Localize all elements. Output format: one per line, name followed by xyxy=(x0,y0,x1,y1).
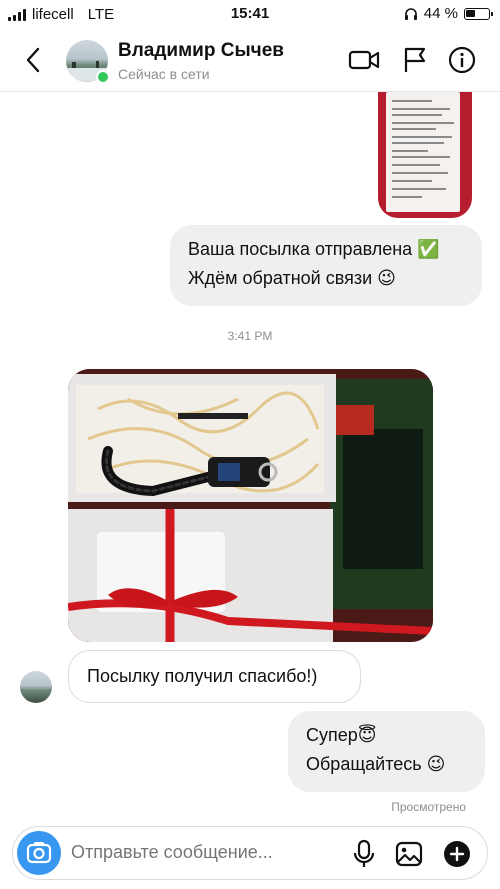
contact-status: Сейчас в сети xyxy=(118,66,210,82)
seen-indicator: Просмотрено xyxy=(391,800,466,814)
message-text-line: Супер😇 xyxy=(306,725,377,745)
avatar[interactable] xyxy=(20,671,52,703)
photo-message-receipt[interactable] xyxy=(378,92,472,218)
battery-icon xyxy=(464,7,493,20)
contact-name[interactable]: Владимир Сычев xyxy=(118,40,284,62)
message-text-line: Ждём обратной связи 😉 xyxy=(188,268,396,288)
video-call-icon[interactable] xyxy=(348,46,380,74)
receipt-image xyxy=(386,92,460,212)
add-icon[interactable] xyxy=(442,839,472,869)
camera-icon xyxy=(26,842,52,864)
message-input[interactable] xyxy=(71,842,301,863)
message-text-line: Ваша посылка отправлена ✅ xyxy=(188,239,440,259)
gift-box-image xyxy=(68,369,433,642)
back-icon[interactable] xyxy=(22,46,46,74)
message-text-line: Посылку получил спасибо!) xyxy=(87,666,318,686)
message-text-line: Обращайтесь 😉 xyxy=(306,754,446,774)
info-icon[interactable] xyxy=(446,46,478,74)
incoming-message[interactable]: Посылку получил спасибо!) xyxy=(68,650,361,703)
message-timestamp: 3:41 PM xyxy=(227,329,273,343)
microphone-icon[interactable] xyxy=(349,839,379,869)
outgoing-message[interactable]: Ваша посылка отправлена ✅ Ждём обратной … xyxy=(170,225,482,306)
message-composer xyxy=(12,826,488,880)
photo-message-gift-box[interactable] xyxy=(68,369,433,642)
flag-icon[interactable] xyxy=(400,46,432,74)
headphones-icon xyxy=(404,7,417,20)
battery-percent: 44 % xyxy=(423,5,458,22)
gallery-icon[interactable] xyxy=(394,839,424,869)
camera-button[interactable] xyxy=(17,831,61,875)
status-bar: lifecell LTE 15:41 44 % xyxy=(0,0,500,28)
chat-header: Владимир Сычев Сейчас в сети xyxy=(0,28,500,92)
outgoing-message[interactable]: Супер😇 Обращайтесь 😉 xyxy=(288,711,485,792)
online-indicator xyxy=(96,70,110,84)
